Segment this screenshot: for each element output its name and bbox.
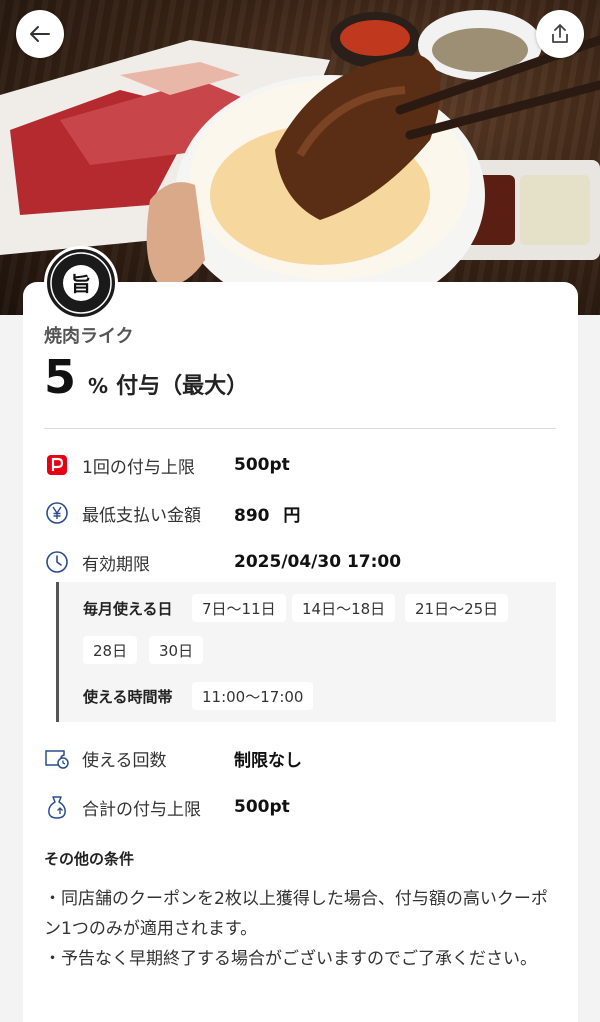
time-range-label: 使える時間帯 xyxy=(83,688,173,706)
min-payment-value: 890 円 xyxy=(234,501,300,526)
day-chip: 28日 xyxy=(83,636,138,664)
usage-count-label: 使える回数 xyxy=(82,750,167,771)
usage-count-row: 使える回数 制限なし xyxy=(44,742,302,774)
share-icon xyxy=(552,24,568,43)
total-limit-value: 500pt xyxy=(234,797,290,817)
expiry-row: 有効期限 2025/04/30 17:00 xyxy=(44,546,401,578)
time-range-chip: 11:00〜17:00 xyxy=(192,682,314,710)
min-payment-label: 最低支払い金額 xyxy=(82,505,201,526)
per-time-limit-value: 500pt xyxy=(234,455,290,475)
svg-text:旨: 旨 xyxy=(71,272,91,296)
yen-icon xyxy=(44,500,70,526)
store-name: 焼肉ライク xyxy=(44,326,134,347)
condition-note: ・同店舗のクーポンを2枚以上獲得した場合、付与額の高いクーポン1つのみが適用され… xyxy=(44,889,548,939)
min-payment-amount: 890 xyxy=(234,505,270,526)
reward-rate-number: 5 xyxy=(44,350,77,404)
paypay-icon xyxy=(44,452,70,478)
money-bag-icon xyxy=(44,794,70,820)
per-time-limit-row: 1回の付与上限 500pt xyxy=(44,449,290,481)
condition-note: ・予告なく早期終了する場合がございますのでご了承ください。 xyxy=(44,949,537,969)
expiry-value: 2025/04/30 17:00 xyxy=(234,552,402,572)
ticket-clock-icon xyxy=(44,745,70,771)
store-logo: 旨 xyxy=(44,246,118,320)
other-conditions-title: その他の条件 xyxy=(44,850,135,868)
reward-rate-suffix: 付与（最大） xyxy=(116,374,249,399)
total-limit-label: 合計の付与上限 xyxy=(82,799,201,820)
min-payment-unit: 円 xyxy=(283,505,301,526)
per-time-limit-label: 1回の付与上限 xyxy=(82,457,195,478)
monthly-days-label: 毎月使える日 xyxy=(83,600,173,618)
day-chip: 7日〜11日 xyxy=(192,594,286,622)
usage-count-value: 制限なし xyxy=(234,750,302,771)
share-button[interactable] xyxy=(536,10,584,58)
divider xyxy=(44,428,556,429)
total-limit-row: 合計の付与上限 500pt xyxy=(44,791,290,823)
reward-rate: 5 % 付与（最大） xyxy=(44,350,248,404)
arrow-left-icon xyxy=(30,26,50,42)
expiry-label: 有効期限 xyxy=(82,554,150,575)
clock-icon xyxy=(44,549,70,575)
day-chip: 14日〜18日 xyxy=(292,594,396,622)
usage-schedule-box: 毎月使える日 7日〜11日 14日〜18日 21日〜25日 28日 30日 使え… xyxy=(56,582,556,722)
day-chip: 21日〜25日 xyxy=(405,594,509,622)
min-payment-row: 最低支払い金額 890 円 xyxy=(44,497,300,529)
back-button[interactable] xyxy=(16,10,64,58)
yakiniku-like-logo-icon: 旨 xyxy=(50,252,112,314)
day-chip: 30日 xyxy=(149,636,204,664)
reward-rate-percent: % xyxy=(88,374,109,398)
